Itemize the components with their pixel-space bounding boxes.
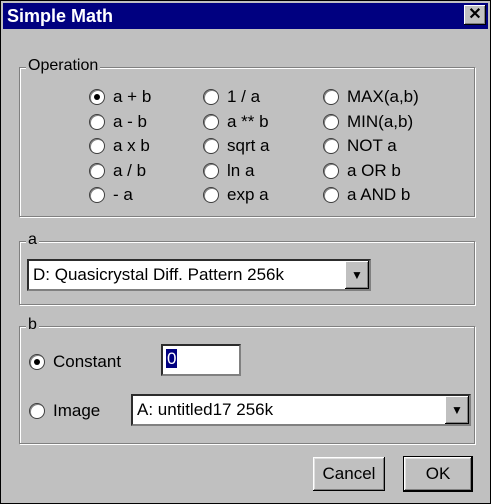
dropdown-arrow-icon[interactable]: ▼ (345, 261, 369, 289)
operation-radio-button[interactable] (203, 138, 219, 154)
close-icon: ✕ (468, 6, 482, 23)
operation-option-label: a + b (113, 87, 152, 106)
operation-radio-button[interactable] (203, 89, 219, 105)
operation-option[interactable]: exp a (203, 185, 269, 205)
image-radio[interactable]: Image (29, 401, 100, 421)
operation-option-label: a x b (113, 136, 150, 155)
b-legend: b (26, 316, 39, 334)
operation-option-label: a - b (113, 112, 148, 131)
ok-button[interactable]: OK (403, 456, 473, 492)
dropdown-arrow-icon[interactable]: ▼ (445, 396, 469, 424)
operation-option[interactable]: 1 / a (203, 87, 260, 107)
operation-radio-button[interactable] (89, 89, 105, 105)
operation-option[interactable]: a AND b (323, 185, 410, 205)
b-selected-value: A: untitled17 256k (137, 400, 274, 419)
operation-option-label: a OR b (347, 161, 401, 180)
operation-option-label: MIN(a,b) (347, 112, 414, 131)
operation-option[interactable]: a - b (89, 112, 147, 132)
constant-radio-button[interactable] (29, 354, 45, 370)
operation-radio-button[interactable] (203, 163, 219, 179)
operation-radio-button[interactable] (203, 114, 219, 130)
operation-option-label: sqrt a (227, 136, 270, 155)
operation-option-label: NOT a (347, 136, 397, 155)
operation-option-label: - a (113, 185, 133, 204)
operation-radio-button[interactable] (323, 138, 339, 154)
operation-radio-button[interactable] (89, 114, 105, 130)
close-button[interactable]: ✕ (464, 5, 486, 25)
operation-radio-button[interactable] (323, 89, 339, 105)
operation-option-label: a AND b (347, 185, 411, 204)
cancel-button[interactable]: Cancel (313, 457, 385, 491)
operation-option[interactable]: NOT a (323, 136, 397, 156)
constant-value: 0 (166, 349, 178, 368)
title-bar: Simple Math ✕ (3, 3, 488, 29)
operation-option[interactable]: - a (89, 185, 133, 205)
operation-radio-button[interactable] (89, 138, 105, 154)
simple-math-dialog: Simple Math ✕ Operation a + b a - b a x b a… (0, 0, 491, 504)
image-radio-button[interactable] (29, 403, 45, 419)
operation-option[interactable]: a / b (89, 161, 146, 181)
operation-option-label: a / b (113, 161, 147, 180)
b-group: b (19, 316, 475, 444)
operation-option[interactable]: ln a (203, 161, 254, 181)
operation-option-label: 1 / a (227, 87, 261, 106)
operation-option[interactable]: MAX(a,b) (323, 87, 419, 107)
a-selected-value: D: Quasicrystal Diff. Pattern 256k (33, 265, 285, 284)
operation-option[interactable]: MIN(a,b) (323, 112, 413, 132)
operation-option[interactable]: a OR b (323, 161, 401, 181)
operation-radio-button[interactable] (323, 187, 339, 203)
image-label: Image (53, 401, 101, 420)
constant-label: Constant (53, 352, 122, 371)
operation-option[interactable]: sqrt a (203, 136, 270, 156)
constant-input[interactable]: 0 (161, 344, 241, 376)
operation-radio-button[interactable] (323, 163, 339, 179)
operation-option[interactable]: a + b (89, 87, 151, 107)
operation-option-label: a ** b (227, 112, 269, 131)
operation-option-label: MAX(a,b) (347, 87, 419, 106)
operation-option-label: exp a (227, 185, 269, 204)
a-legend: a (26, 231, 39, 249)
a-image-select[interactable]: D: Quasicrystal Diff. Pattern 256k ▼ (27, 259, 371, 291)
operation-radio-button[interactable] (203, 187, 219, 203)
operation-legend: Operation (26, 57, 101, 75)
window-title: Simple Math (7, 6, 114, 26)
operation-radio-button[interactable] (323, 114, 339, 130)
constant-radio[interactable]: Constant (29, 352, 121, 372)
operation-option[interactable]: a ** b (203, 112, 269, 132)
operation-radio-button[interactable] (89, 163, 105, 179)
b-image-select[interactable]: A: untitled17 256k ▼ (131, 394, 471, 426)
operation-option-label: ln a (227, 161, 255, 180)
operation-option[interactable]: a x b (89, 136, 150, 156)
operation-radio-button[interactable] (89, 187, 105, 203)
